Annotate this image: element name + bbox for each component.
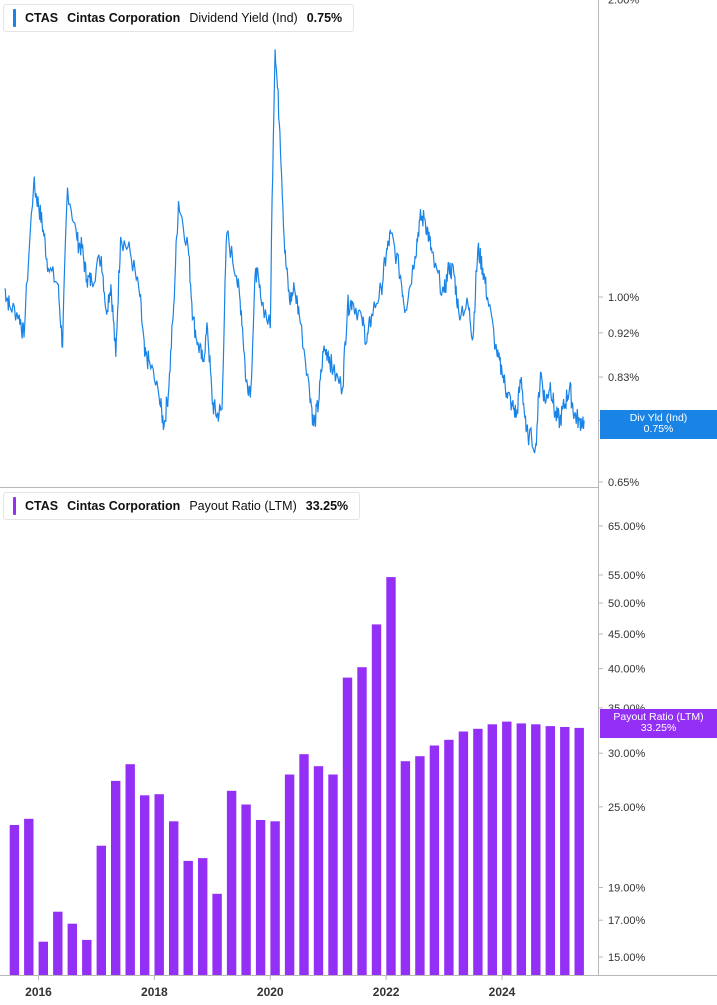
payout-bar xyxy=(516,723,526,975)
yield-y-tick-label: 0.92% xyxy=(608,328,639,340)
payout-bar xyxy=(111,780,121,975)
legend-ticker: CTAS xyxy=(25,499,59,513)
payout-bar xyxy=(198,858,208,975)
payout-ratio-value-tag: Payout Ratio (LTM) 33.25% xyxy=(600,709,717,738)
dividend-yield-swatch xyxy=(13,9,16,27)
yield-y-tick-label: 0.65% xyxy=(608,477,639,489)
legend-metric: Dividend Yield (Ind) xyxy=(189,11,298,25)
payout-bar xyxy=(458,731,469,975)
payout-bar xyxy=(96,845,106,975)
payout-bar xyxy=(371,624,382,975)
payout-y-tick-label: 25.00% xyxy=(608,802,646,814)
tag-value: 0.75% xyxy=(643,423,674,435)
payout-bar xyxy=(82,939,92,975)
x-tick-label: 2016 xyxy=(25,985,52,999)
x-tick-label: 2024 xyxy=(489,985,516,999)
payout-bar xyxy=(53,911,63,975)
payout-bar xyxy=(67,923,77,975)
payout-bar xyxy=(400,761,411,975)
yield-y-tick-label: 1.00% xyxy=(608,292,639,304)
payout-bar xyxy=(154,794,164,975)
legend-company: Cintas Corporation xyxy=(67,11,181,25)
payout-bar xyxy=(487,724,497,975)
payout-y-tick-label: 30.00% xyxy=(608,748,646,760)
payout-bar xyxy=(212,893,222,975)
legend-value: 33.25% xyxy=(305,499,349,513)
yield-y-tick-label: 2.00% xyxy=(608,0,639,6)
legend-ticker: CTAS xyxy=(25,11,59,25)
dividend-yield-line xyxy=(4,49,585,454)
payout-bar xyxy=(299,754,309,975)
payout-y-tick-label: 19.00% xyxy=(608,882,646,894)
x-tick-label: 2020 xyxy=(257,985,284,999)
tag-value: 33.25% xyxy=(640,722,677,734)
payout-bar xyxy=(531,724,541,975)
payout-bar xyxy=(444,739,454,975)
legend-company: Cintas Corporation xyxy=(67,499,181,513)
payout-bar xyxy=(415,756,425,975)
payout-bar xyxy=(545,726,555,975)
payout-bar xyxy=(270,821,280,975)
dividend-yield-value-tag: Div Yld (Ind) 0.75% xyxy=(600,410,717,439)
payout-bar xyxy=(560,727,570,975)
payout-y-tick-label: 15.00% xyxy=(608,952,646,964)
payout-ratio-plot xyxy=(9,577,584,975)
dividend-yield-plot xyxy=(4,49,585,454)
payout-bar xyxy=(342,677,353,975)
payout-y-tick-label: 45.00% xyxy=(608,629,646,641)
payout-bar xyxy=(24,818,34,975)
legend-metric: Payout Ratio (LTM) xyxy=(189,499,297,513)
payout-bar xyxy=(255,820,266,975)
payout-y-tick-label: 17.00% xyxy=(608,915,646,927)
payout-bar xyxy=(284,774,295,975)
payout-y-tick-label: 55.00% xyxy=(608,570,646,582)
payout-bar xyxy=(473,728,483,975)
dividend-yield-legend: CTAS Cintas Corporation Dividend Yield (… xyxy=(3,4,355,32)
yield-y-tick-label: 0.83% xyxy=(608,372,639,384)
payout-bar xyxy=(38,941,48,975)
payout-ratio-swatch xyxy=(13,497,16,515)
payout-y-tick-label: 50.00% xyxy=(608,598,646,610)
payout-bar xyxy=(169,821,179,975)
payout-bar xyxy=(241,804,251,975)
payout-bar xyxy=(502,721,512,975)
payout-bar xyxy=(574,727,584,975)
legend-value: 0.75% xyxy=(306,11,343,25)
payout-bar xyxy=(386,577,396,975)
x-tick-label: 2018 xyxy=(141,985,168,999)
payout-bar xyxy=(328,774,338,975)
payout-bar xyxy=(125,764,135,975)
payout-bar xyxy=(9,825,20,975)
payout-bar xyxy=(183,860,193,975)
payout-y-tick-label: 65.00% xyxy=(608,521,646,533)
payout-ratio-legend: CTAS Cintas Corporation Payout Ratio (LT… xyxy=(3,492,361,520)
payout-bar xyxy=(313,766,324,975)
payout-bar xyxy=(357,667,367,975)
payout-bar xyxy=(140,795,150,975)
x-tick-label: 2022 xyxy=(373,985,400,999)
payout-bar xyxy=(429,745,440,975)
payout-bar xyxy=(226,790,237,975)
payout-y-tick-label: 40.00% xyxy=(608,664,646,676)
